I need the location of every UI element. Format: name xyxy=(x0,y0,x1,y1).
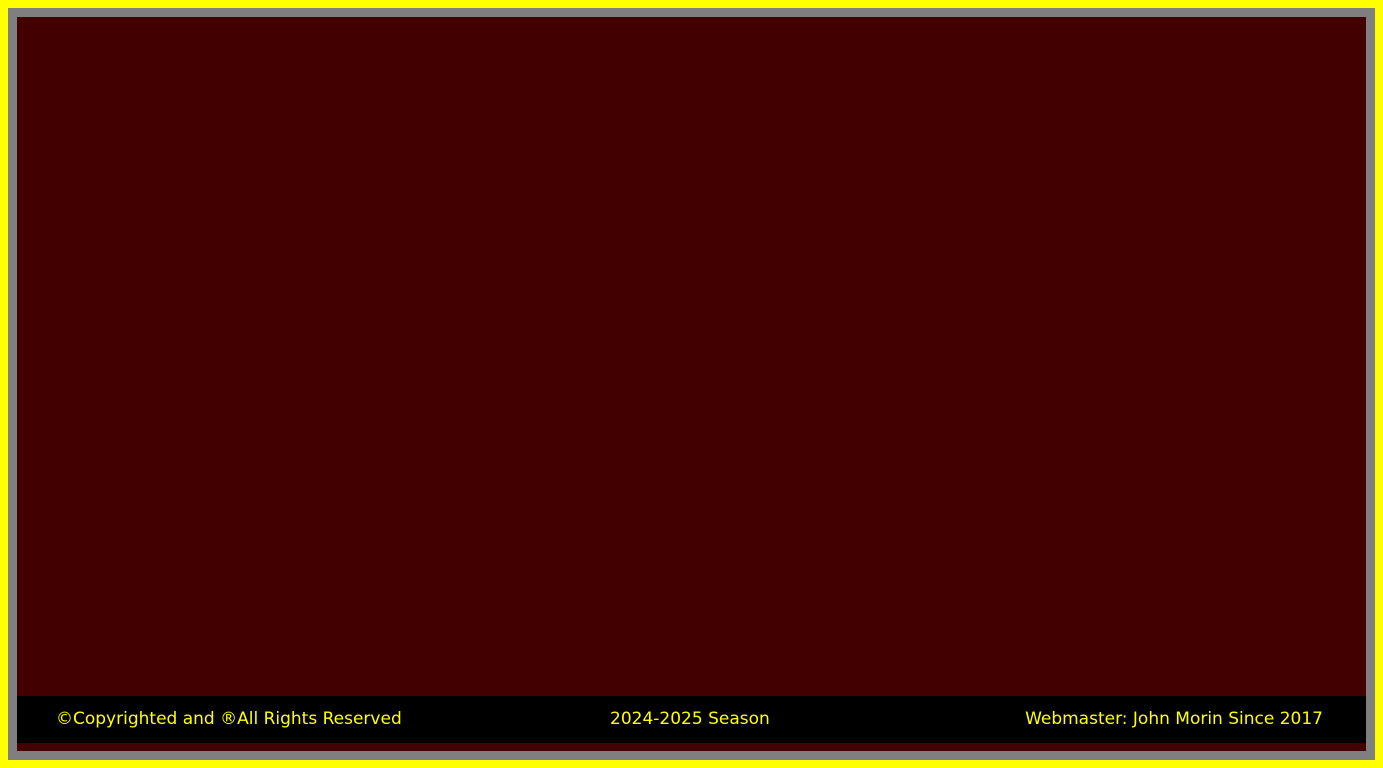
footer-webmaster: Webmaster: John Morin Since 2017 xyxy=(1025,709,1323,729)
footer-season: 2024-2025 Season xyxy=(610,709,770,729)
footer-copyright: ©Copyrighted and ®All Rights Reserved xyxy=(56,709,402,729)
footer-bar: ©Copyrighted and ®All Rights Reserved 20… xyxy=(17,696,1366,743)
main-content-panel xyxy=(17,17,1366,751)
